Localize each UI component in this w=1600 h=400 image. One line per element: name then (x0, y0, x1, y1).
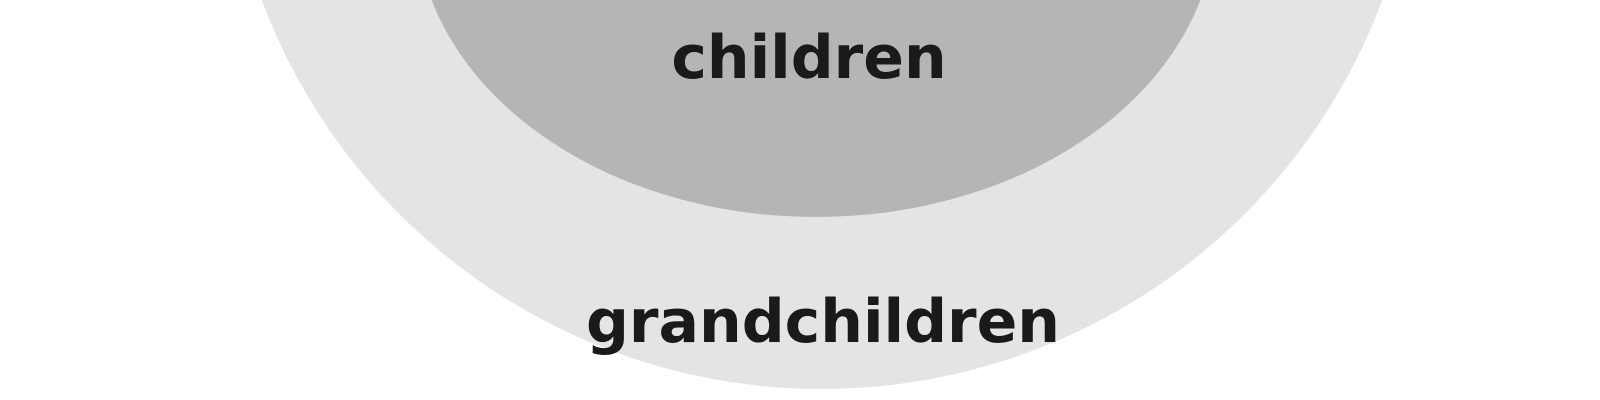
grandchildren-label: grandchildren (585, 287, 1061, 357)
children-label: children (671, 23, 947, 93)
concentric-circle-diagram: children grandchildren (0, 0, 1600, 400)
